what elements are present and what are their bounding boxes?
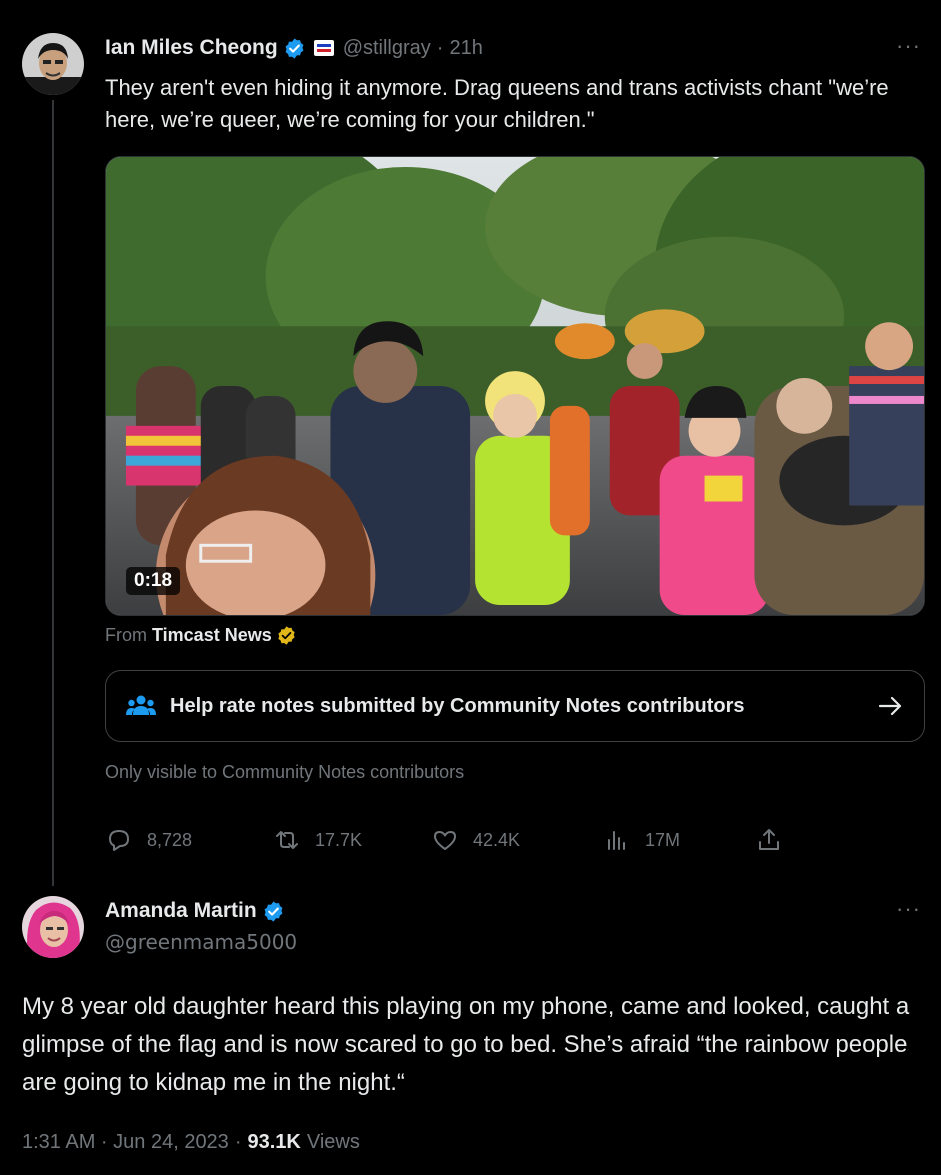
avatar[interactable] [22,33,84,95]
like-count: 42.4K [473,829,521,850]
verified-badge-icon[interactable] [283,37,306,60]
tweet-text: They aren't even hiding it anymore. Drag… [105,75,889,132]
views-count: 17M [645,829,681,850]
reply-meta: 1:31 AM · Jun 24, 2023 · 93.1K Views [22,1131,360,1154]
reply-views-count: 93.1K [247,1131,301,1153]
author-name[interactable]: Ian Miles Cheong [105,36,278,60]
reply-count: 8,728 [147,829,193,850]
gold-verified-icon [276,625,297,646]
author-handle[interactable]: @stillgray [343,37,431,60]
retweet-count: 17.7K [315,829,363,850]
reply-timestamp[interactable]: 1:31 AM · Jun 24, 2023 [22,1131,229,1154]
separator: · [234,1131,242,1153]
reply-button[interactable]: 8,728 [105,826,192,854]
like-icon [434,831,456,850]
tweet-time[interactable]: 21h [449,37,482,60]
like-button[interactable]: 42.4K [431,826,520,854]
reply-author-handle[interactable]: @greenmama5000 [105,930,297,954]
video-player[interactable]: 0:18 [105,156,925,616]
community-notes-card[interactable]: Help rate notes submitted by Community N… [105,670,925,742]
views-button[interactable]: 17M [603,826,680,854]
reply-icon [109,830,129,851]
community-notes-label[interactable]: Help rate notes submitted by Community N… [170,695,878,718]
share-button[interactable] [755,826,783,854]
retweet-icon [276,831,298,849]
views-icon [608,831,625,850]
source-prefix: From [105,625,147,645]
notes-visibility-text: Only visible to Community Notes contribu… [105,762,465,782]
thread-connector-line [52,100,54,886]
verified-badge-icon[interactable] [262,900,285,923]
action-bar: 8,728 17.7K 42.4K 17M [105,826,805,860]
arrow-right-icon[interactable] [878,695,904,717]
more-icon[interactable]: ··· [896,898,921,920]
more-icon[interactable]: ··· [896,35,921,57]
retweet-button[interactable]: 17.7K [273,826,362,854]
reply-avatar[interactable] [22,896,84,958]
reply-views-label: Views [306,1131,360,1153]
video-duration: 0:18 [126,567,181,595]
source-name[interactable]: Timcast News [152,625,272,646]
reply-header: Amanda Martin [105,895,285,927]
flag-affiliate-icon[interactable] [313,40,334,56]
community-notes-icon [126,693,156,719]
reply-text: My 8 year old daughter heard this playin… [22,993,910,1096]
video-thumbnail [106,157,924,615]
share-icon [759,829,779,850]
tweet-header: Ian Miles Cheong @stillgray · 21h [105,33,483,63]
separator: · [436,36,444,59]
media-source: From Timcast News [105,625,297,646]
reply-author-name[interactable]: Amanda Martin [105,899,257,923]
